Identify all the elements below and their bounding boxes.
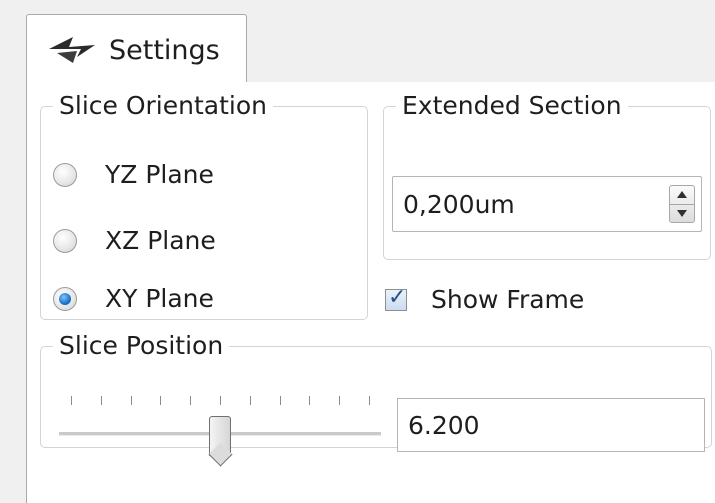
spin-divider xyxy=(670,204,694,205)
radio-button-icon[interactable] xyxy=(53,162,77,187)
radio-label: YZ Plane xyxy=(105,160,214,189)
slice-orientation-group: Slice Orientation YZ Plane XZ Plane XY P… xyxy=(40,92,368,320)
radio-button-icon[interactable] xyxy=(53,228,77,253)
radio-button-selected-icon[interactable] xyxy=(53,286,77,311)
slider-thumb[interactable] xyxy=(209,416,231,456)
checkmark-icon: ✓ xyxy=(388,284,407,310)
radio-label: XZ Plane xyxy=(105,226,216,255)
settings-arrows-icon xyxy=(49,37,95,63)
slider-tick xyxy=(220,396,221,405)
slider-tick xyxy=(249,396,251,405)
slice-position-field[interactable]: 6.200 xyxy=(397,398,705,452)
spin-buttons[interactable] xyxy=(669,185,695,223)
slider-tick xyxy=(309,396,311,405)
slice-position-value[interactable]: 6.200 xyxy=(408,411,480,440)
slider-tick xyxy=(339,396,341,405)
radio-label: XY Plane xyxy=(105,284,214,313)
settings-pane: Slice Orientation YZ Plane XZ Plane XY P… xyxy=(26,82,715,503)
tab-settings[interactable]: Settings xyxy=(26,14,247,83)
slider-tick xyxy=(160,396,162,405)
slice-position-group: Slice Position 6.200 xyxy=(40,331,712,456)
spin-down-icon[interactable] xyxy=(677,210,687,217)
slider-tick xyxy=(100,396,102,405)
radio-yz-plane[interactable]: YZ Plane xyxy=(53,160,214,189)
extended-section-spinbox[interactable]: 0,200um xyxy=(392,176,702,232)
slider-tick xyxy=(190,396,192,405)
slider-tick xyxy=(71,396,72,405)
slider-tick xyxy=(279,396,281,405)
extended-section-group: Extended Section 0,200um xyxy=(383,92,711,260)
slice-position-slider[interactable] xyxy=(51,396,381,458)
slider-tick xyxy=(130,396,132,405)
slider-tick xyxy=(369,396,370,405)
spin-up-icon[interactable] xyxy=(677,191,687,198)
extended-section-value[interactable]: 0,200um xyxy=(403,190,515,219)
show-frame-checkbox[interactable]: ✓ xyxy=(385,285,407,311)
radio-xz-plane[interactable]: XZ Plane xyxy=(53,226,216,255)
tab-label: Settings xyxy=(109,35,220,66)
slice-orientation-title: Slice Orientation xyxy=(59,91,267,120)
show-frame-checkbox-row[interactable]: ✓ Show Frame xyxy=(385,285,584,314)
show-frame-label: Show Frame xyxy=(431,285,585,314)
extended-section-title: Extended Section xyxy=(402,91,622,120)
radio-xy-plane[interactable]: XY Plane xyxy=(53,284,214,313)
slice-position-title: Slice Position xyxy=(59,331,224,360)
